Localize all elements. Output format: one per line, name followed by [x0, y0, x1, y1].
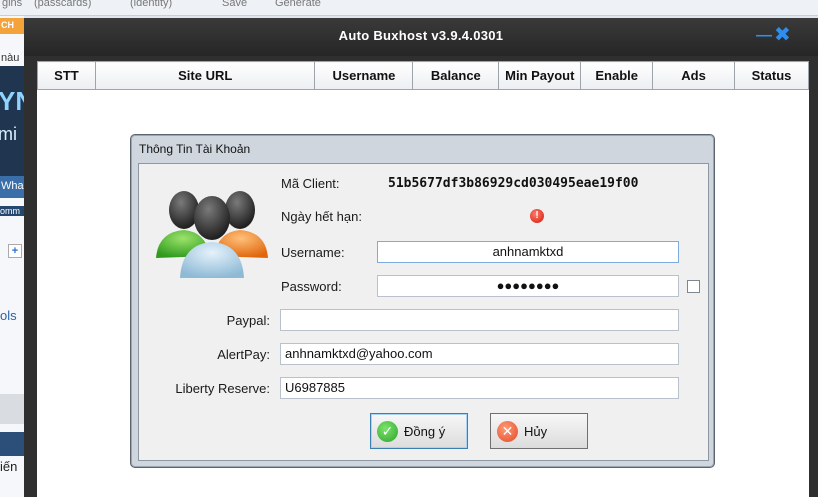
- cancel-x-icon: ✕: [497, 421, 518, 442]
- cancel-button[interactable]: ✕ Hủy: [490, 413, 588, 449]
- minimize-icon[interactable]: —: [756, 28, 772, 45]
- column-header-balance[interactable]: Balance: [412, 61, 500, 90]
- table-header-row: STT Site URL Username Balance Min Payout…: [37, 61, 809, 90]
- bg-left-text: YN: [0, 86, 24, 116]
- column-header-status[interactable]: Status: [734, 61, 809, 90]
- check-icon: ✓: [377, 421, 398, 442]
- ok-button[interactable]: ✓ Đồng ý: [370, 413, 468, 449]
- show-password-checkbox[interactable]: [687, 280, 700, 293]
- column-header-username[interactable]: Username: [314, 61, 414, 90]
- alertpay-label: AlertPay:: [217, 347, 270, 362]
- client-id-value: 51b5677df3b86929cd030495eae19f00: [388, 176, 639, 191]
- paypal-field[interactable]: [280, 309, 679, 331]
- bg-left-text: iến: [0, 459, 18, 474]
- password-label: Password:: [281, 279, 342, 294]
- dialog-title: Thông Tin Tài Khoản: [139, 142, 251, 156]
- paypal-label: Paypal:: [226, 313, 270, 328]
- expiry-label: Ngày hết hạn:: [281, 209, 362, 224]
- close-icon[interactable]: ✖: [774, 25, 794, 45]
- liberty-reserve-field[interactable]: U6987885: [280, 377, 679, 399]
- column-header-ads[interactable]: Ads: [652, 61, 736, 90]
- password-field[interactable]: ●●●●●●●●: [377, 275, 679, 297]
- ok-button-label: Đồng ý: [404, 424, 446, 439]
- column-header-min-payout[interactable]: Min Payout: [498, 61, 582, 90]
- username-field[interactable]: anhnamktxd: [377, 241, 679, 263]
- bg-left-text: ols: [0, 308, 17, 323]
- bg-left-text: Wha: [1, 180, 24, 192]
- alertpay-field[interactable]: anhnamktxd@yahoo.com: [280, 343, 679, 365]
- bg-toolbar-text: (identity): [130, 0, 173, 9]
- users-group-icon: [156, 191, 268, 278]
- column-header-enable[interactable]: Enable: [580, 61, 654, 90]
- column-header-stt[interactable]: STT: [37, 61, 96, 90]
- username-label: Username:: [281, 245, 345, 260]
- bg-toolbar-text: gins: [2, 0, 23, 9]
- bg-left-text: +: [8, 244, 22, 258]
- column-header-site-url[interactable]: Site URL: [94, 61, 316, 90]
- bg-toolbar-text: (passcards): [34, 0, 92, 9]
- accounts-table: STT Site URL Username Balance Min Payout…: [37, 61, 809, 90]
- background-page-strip: CH nàu YN mi Wha omm + ols iến: [0, 16, 24, 497]
- bg-left-text: mi: [0, 124, 17, 144]
- bg-toolbar-text: Save: [222, 0, 248, 9]
- bg-left-text: CH: [1, 20, 14, 30]
- liberty-reserve-label: Liberty Reserve:: [175, 381, 270, 396]
- client-id-label: Mã Client:: [281, 176, 340, 191]
- error-icon: !: [530, 209, 544, 223]
- window-title: Auto Buxhost v3.9.4.0301: [338, 28, 504, 43]
- window-titlebar[interactable]: Auto Buxhost v3.9.4.0301 — ✖: [24, 18, 818, 56]
- dialog-panel: Mã Client: 51b5677df3b86929cd030495eae19…: [138, 163, 709, 461]
- bg-left-text: omm: [0, 206, 24, 216]
- background-browser-toolbar: gins (passcards) (identity) Save Generat…: [0, 0, 818, 16]
- bg-left-text: nàu: [1, 52, 20, 64]
- bg-toolbar-text: Generate: [275, 0, 321, 9]
- cancel-button-label: Hủy: [524, 424, 548, 439]
- account-info-dialog: Thông Tin Tài Khoản Mã Client: 51b5677df…: [130, 134, 715, 468]
